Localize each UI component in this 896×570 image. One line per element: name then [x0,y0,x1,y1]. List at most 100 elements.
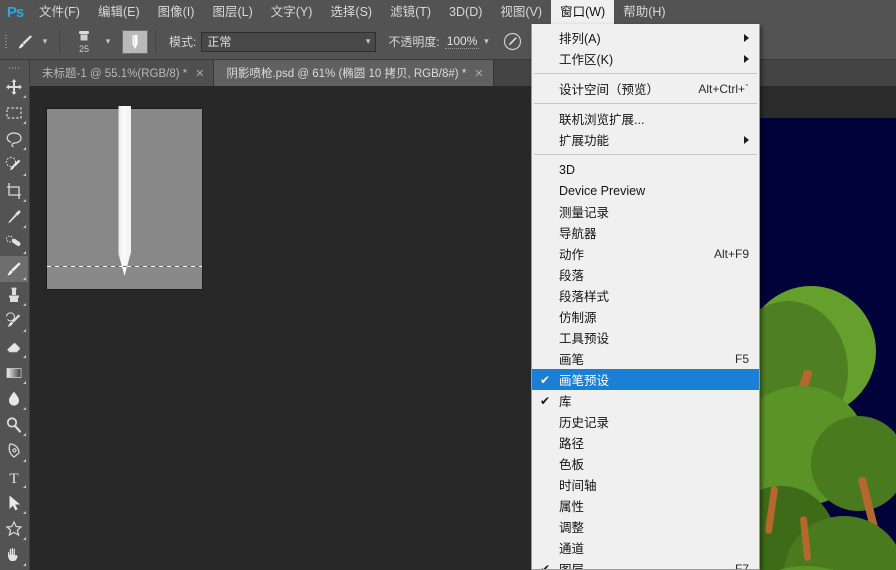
options-divider [59,30,60,53]
window-menu-item[interactable]: 色板 [532,453,759,474]
window-menu-item[interactable]: 路径 [532,432,759,453]
window-menu-item[interactable]: 排列(A) [532,27,759,48]
brush-tool-icon[interactable] [12,29,38,55]
brush-size-chevron-icon[interactable]: ▾ [101,29,115,55]
spot-healing-brush-tool-icon[interactable] [0,230,28,256]
window-menu-item[interactable]: 历史记录 [532,411,759,432]
brush-tool-chevron-icon[interactable]: ▾ [38,29,52,55]
airbrush-icon[interactable] [501,31,523,53]
menu-0[interactable]: 文件(F) [30,0,89,24]
opacity-value[interactable]: 100% [444,34,480,49]
svg-text:T: T [9,471,18,487]
window-menu-item[interactable]: 扩展功能 [532,129,759,150]
hand-tool-icon[interactable] [0,542,28,568]
window-menu-item[interactable]: ✔ 图层 F7 [532,558,759,570]
blend-mode-chevron-icon: ▾ [365,36,371,46]
menu-separator [534,103,757,104]
menu-label: 窗口(W) [560,5,606,19]
brush-preset-thumbnail-icon[interactable] [122,29,148,54]
window-menu-item-label: 工作区(K) [559,53,614,67]
menu-4[interactable]: 文字(Y) [262,0,322,24]
menu-3[interactable]: 图层(L) [203,0,261,24]
window-menu-item[interactable]: 时间轴 [532,474,759,495]
window-menu-item-label: 画笔 [559,353,585,367]
rectangular-marquee-tool-icon[interactable] [0,100,28,126]
tab-close-icon[interactable]: ✕ [195,67,204,80]
lasso-tool-icon[interactable] [0,126,28,152]
window-menu-item[interactable]: 导航器 [532,222,759,243]
menu-label: 帮助(H) [623,5,666,19]
tab-close-icon[interactable]: ✕ [474,67,483,80]
brush-tool-icon[interactable] [0,256,28,282]
window-menu-dropdown[interactable]: 排列(A) 工作区(K) 设计空间（预览） Alt+Ctrl+` 联机浏览扩展... 扩展… [531,24,760,570]
blur-tool-icon[interactable] [0,386,28,412]
window-menu-item[interactable]: 画笔 F5 [532,348,759,369]
tree-canopy [811,416,896,511]
window-menu-item[interactable]: ✔ 库 [532,390,759,411]
window-menu-item[interactable]: 仿制源 [532,306,759,327]
history-brush-tool-icon[interactable] [0,308,28,334]
menu-separator [534,154,757,155]
clone-stamp-tool-icon[interactable] [0,282,28,308]
menu-6[interactable]: 滤镜(T) [381,0,440,24]
window-menu-item-label: 路径 [559,437,585,451]
submenu-arrow-icon [744,135,749,144]
window-menu-item[interactable]: 调整 [532,516,759,537]
brush-size-picker[interactable]: 25 [67,27,101,57]
blend-mode-select[interactable]: 正常 ▾ [201,31,377,52]
window-menu-item[interactable]: 段落 [532,264,759,285]
document-tab-title: 未标题-1 @ 55.1%(RGB/8) * [42,68,188,80]
blend-mode-label: 模式: [169,35,197,49]
menu-label: 3D(D) [449,5,483,19]
window-menu-item[interactable]: 设计空间（预览） Alt+Ctrl+` [532,78,759,99]
tree-illustration-preview[interactable] [756,86,896,570]
path-selection-tool-icon[interactable] [0,490,28,516]
window-menu-item[interactable]: 测量记录 [532,201,759,222]
document-canvas[interactable] [47,106,202,289]
options-bar-grip[interactable] [0,24,12,60]
window-menu-item[interactable]: 工作区(K) [532,48,759,69]
menu-7[interactable]: 3D(D) [440,0,491,24]
custom-shape-tool-icon[interactable] [0,516,28,542]
menu-item-shortcut: Alt+F9 [713,246,749,261]
window-menu-item[interactable]: 联机浏览扩展... [532,108,759,129]
menu-2[interactable]: 图像(I) [149,0,204,24]
eraser-tool-icon[interactable] [0,334,28,360]
pen-tool-icon[interactable] [0,438,28,464]
window-menu-item-label: 动作 [559,248,585,262]
menu-10[interactable]: 帮助(H) [614,0,674,24]
gradient-tool-icon[interactable] [0,360,28,386]
menu-1[interactable]: 编辑(E) [89,0,149,24]
checkmark-icon: ✔ [540,393,551,408]
options-divider-2 [155,30,156,53]
window-menu-item[interactable]: ✔ 画笔预设 [532,369,759,390]
canvas-workspace[interactable] [30,86,896,570]
window-menu-item-label: 工具预设 [559,332,610,346]
horizontal-type-tool-icon[interactable]: T [0,464,28,490]
window-menu-item[interactable]: 3D [532,159,759,180]
menu-label: 文字(Y) [270,5,313,19]
window-menu-item[interactable]: 属性 [532,495,759,516]
toolbar-grip[interactable] [0,62,29,74]
window-menu-item[interactable]: 动作 Alt+F9 [532,243,759,264]
window-menu-item[interactable]: 段落样式 [532,285,759,306]
opacity-chevron-icon[interactable]: ▾ [479,29,493,55]
window-menu-item[interactable]: 工具预设 [532,327,759,348]
window-menu-item-label: Device Preview [559,183,646,198]
dodge-tool-icon[interactable] [0,412,28,438]
menu-item-shortcut: Alt+Ctrl+` [698,81,749,96]
crop-tool-icon[interactable] [0,178,28,204]
eyedropper-tool-icon[interactable] [0,204,28,230]
window-menu-item-label: 扩展功能 [559,134,610,148]
document-tab[interactable]: 阴影喷枪.psd @ 61% (椭圆 10 拷贝, RGB/8#) * ✕ [214,60,494,86]
window-menu-item-label: 图层 [559,563,585,570]
quick-selection-tool-icon[interactable] [0,152,28,178]
window-menu-item-label: 排列(A) [559,32,601,46]
window-menu-item[interactable]: Device Preview [532,180,759,201]
menu-5[interactable]: 选择(S) [321,0,381,24]
menu-9[interactable]: 窗口(W) [551,0,615,24]
document-tab[interactable]: 未标题-1 @ 55.1%(RGB/8) * ✕ [30,60,215,86]
move-tool-icon[interactable] [0,74,28,100]
window-menu-item[interactable]: 通道 [532,537,759,558]
menu-8[interactable]: 视图(V) [491,0,551,24]
